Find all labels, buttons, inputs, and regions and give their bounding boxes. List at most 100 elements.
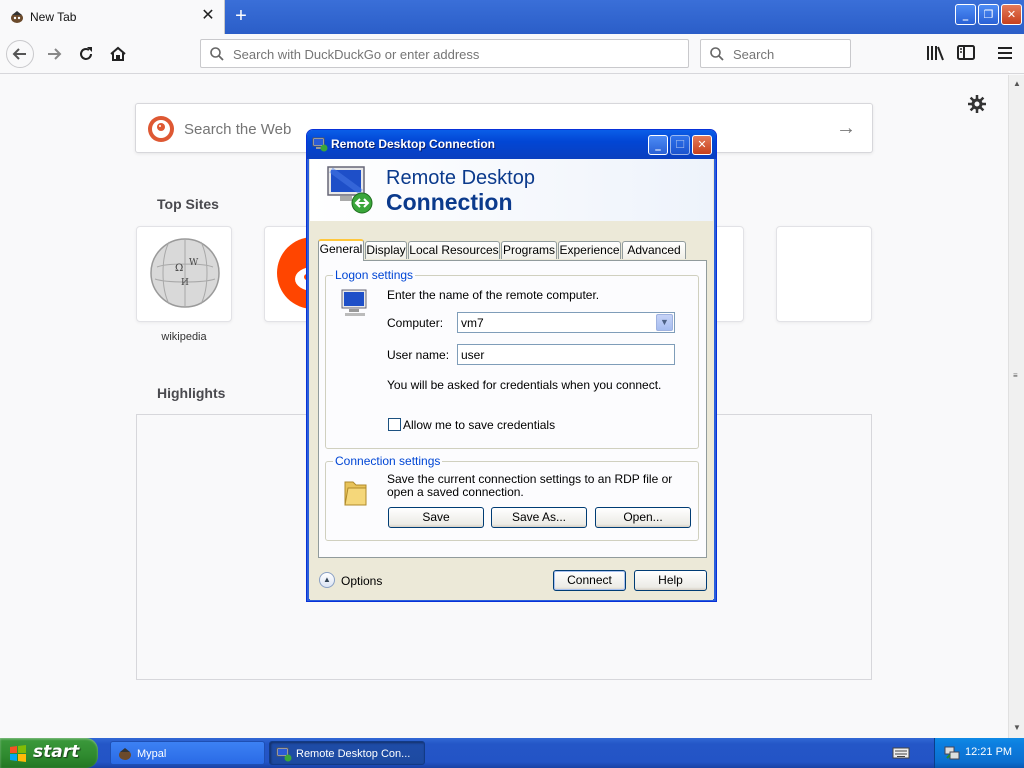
close-icon[interactable]: ✕ bbox=[1001, 4, 1022, 25]
top-site-label: wikipedia bbox=[161, 331, 207, 343]
tab-local-resources[interactable]: Local Resources bbox=[408, 241, 500, 259]
arrow-right-icon bbox=[48, 48, 62, 60]
start-label: start bbox=[33, 742, 80, 762]
tab-programs[interactable]: Programs bbox=[501, 241, 557, 259]
logon-settings-group: Logon settings Enter the name of the rem… bbox=[325, 268, 699, 449]
banner-title-line2: Connection bbox=[386, 189, 513, 215]
mypal-favicon-icon bbox=[11, 11, 23, 23]
minimize-icon[interactable]: _ bbox=[955, 4, 976, 25]
logon-prompt: Enter the name of the remote computer. bbox=[387, 288, 600, 302]
top-sites-title: Top Sites bbox=[157, 196, 219, 212]
search-bar[interactable] bbox=[700, 39, 851, 68]
computer-label: Computer: bbox=[387, 316, 444, 330]
remote-desktop-monitor-icon bbox=[327, 166, 373, 214]
save-button[interactable]: Save bbox=[388, 507, 484, 528]
scroll-grip-icon: ≡ bbox=[1013, 371, 1018, 380]
connect-button[interactable]: Connect bbox=[553, 570, 626, 591]
hamburger-menu-icon[interactable] bbox=[994, 42, 1016, 64]
wikipedia-globe-icon: Ω W И bbox=[150, 238, 220, 308]
start-button[interactable]: start bbox=[0, 738, 98, 768]
computer-value: vm7 bbox=[461, 316, 484, 330]
open-button[interactable]: Open... bbox=[595, 507, 691, 528]
clock: 12:21 PM bbox=[965, 746, 1013, 758]
banner-title-line1: Remote Desktop bbox=[386, 167, 535, 189]
home-icon bbox=[110, 46, 126, 61]
tab-display[interactable]: Display bbox=[365, 241, 407, 259]
connection-description: Save the current connection settings to … bbox=[387, 472, 673, 499]
arrow-left-icon bbox=[12, 48, 26, 60]
system-tray: 12:21 PM bbox=[934, 738, 1024, 768]
tab-general[interactable]: General bbox=[318, 239, 364, 261]
search-icon bbox=[710, 47, 724, 61]
tab-title: New Tab bbox=[30, 10, 77, 24]
connection-settings-group: Connection settings Save the current con… bbox=[325, 454, 699, 541]
vertical-scrollbar[interactable]: ▲ ≡ ▼ bbox=[1008, 75, 1024, 738]
taskbar-item-mypal[interactable]: Mypal bbox=[110, 741, 265, 765]
folder-icon bbox=[344, 481, 367, 506]
arrow-right-icon[interactable]: → bbox=[836, 117, 856, 140]
credentials-note: You will be asked for credentials when y… bbox=[387, 378, 662, 392]
dialog-titlebar[interactable]: Remote Desktop Connection _ ☐ ✕ bbox=[307, 130, 716, 159]
username-label: User name: bbox=[387, 348, 450, 362]
svg-text:W: W bbox=[189, 258, 199, 268]
library-icon[interactable] bbox=[924, 42, 946, 64]
minimize-icon[interactable]: _ bbox=[648, 135, 668, 155]
taskbar-item-remote-desktop[interactable]: Remote Desktop Con... bbox=[269, 741, 425, 765]
remote-desktop-dialog: Remote Desktop Connection _ ☐ ✕ Remote D… bbox=[306, 129, 717, 602]
save-credentials-checkbox[interactable] bbox=[388, 418, 401, 431]
mypal-icon bbox=[119, 748, 131, 760]
gear-icon[interactable] bbox=[966, 93, 988, 115]
options-toggle[interactable]: Options bbox=[341, 574, 382, 588]
chevron-down-icon[interactable]: ▼ bbox=[656, 314, 673, 331]
search-icon bbox=[210, 47, 224, 61]
tab-advanced[interactable]: Advanced bbox=[622, 241, 686, 259]
navigation-toolbar bbox=[0, 34, 1024, 74]
reload-button[interactable] bbox=[72, 40, 100, 68]
address-input[interactable] bbox=[231, 44, 671, 64]
maximize-icon: ☐ bbox=[670, 135, 690, 155]
scroll-down-icon[interactable]: ▼ bbox=[1013, 723, 1021, 732]
dialog-banner: Remote Desktop Connection bbox=[310, 159, 713, 221]
windows-logo-icon bbox=[10, 745, 26, 762]
top-site-placeholder bbox=[776, 226, 872, 322]
remote-desktop-icon bbox=[276, 747, 292, 762]
computer-icon bbox=[341, 289, 367, 316]
chevron-up-icon[interactable]: ▲ bbox=[319, 572, 335, 588]
save-credentials-label[interactable]: Allow me to save credentials bbox=[403, 418, 555, 432]
browser-window-controls: _ ❐ ✕ bbox=[955, 4, 1022, 25]
dialog-body: Remote Desktop Connection General Displa… bbox=[310, 159, 713, 600]
address-bar[interactable] bbox=[200, 39, 689, 68]
top-site-tile[interactable]: Ω W И bbox=[136, 226, 232, 322]
tab-close-icon[interactable]: ✕ bbox=[198, 6, 218, 26]
search-input[interactable] bbox=[731, 44, 841, 64]
home-button[interactable] bbox=[104, 40, 132, 68]
remote-desktop-icon bbox=[312, 137, 328, 152]
scroll-up-icon[interactable]: ▲ bbox=[1013, 79, 1021, 88]
tab-new-tab[interactable]: New Tab ✕ bbox=[0, 0, 225, 34]
duckduckgo-logo-icon bbox=[148, 116, 174, 142]
connection-settings-legend: Connection settings bbox=[333, 454, 443, 468]
reload-icon bbox=[80, 47, 92, 60]
forward-button[interactable] bbox=[40, 40, 68, 68]
task-label: Mypal bbox=[137, 748, 167, 760]
tab-experience[interactable]: Experience bbox=[558, 241, 621, 259]
restore-icon[interactable]: ❐ bbox=[978, 4, 999, 25]
computer-combobox[interactable]: vm7 ▼ bbox=[457, 312, 675, 333]
logon-settings-legend: Logon settings bbox=[333, 268, 416, 282]
dialog-window-controls: _ ☐ ✕ bbox=[648, 135, 712, 155]
task-label: Remote Desktop Con... bbox=[296, 748, 411, 760]
svg-text:И: И bbox=[181, 278, 189, 288]
save-as-button[interactable]: Save As... bbox=[491, 507, 587, 528]
back-button[interactable] bbox=[6, 40, 34, 68]
sidebar-icon[interactable] bbox=[955, 42, 977, 64]
network-icon[interactable] bbox=[943, 744, 961, 762]
help-button[interactable]: Help bbox=[634, 570, 707, 591]
general-tab-panel: Logon settings Enter the name of the rem… bbox=[318, 260, 707, 558]
keyboard-icon[interactable] bbox=[892, 746, 910, 760]
new-tab-button[interactable]: + bbox=[229, 4, 253, 28]
highlights-title: Highlights bbox=[157, 385, 226, 401]
username-field[interactable]: user bbox=[457, 344, 675, 365]
browser-tab-strip: New Tab ✕ + _ ❐ ✕ bbox=[0, 0, 1024, 34]
close-icon[interactable]: ✕ bbox=[692, 135, 712, 155]
dialog-title: Remote Desktop Connection bbox=[331, 137, 496, 151]
